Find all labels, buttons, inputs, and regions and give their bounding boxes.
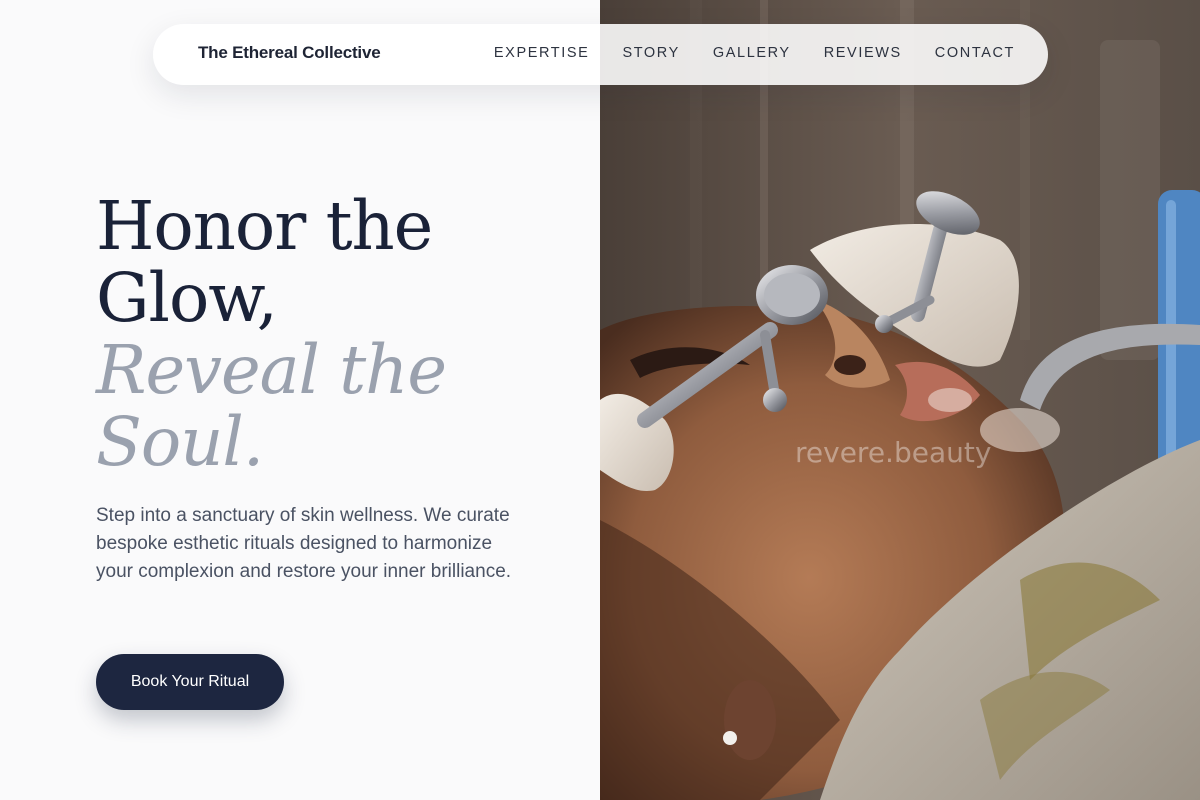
photo-watermark: revere.beauty: [795, 436, 992, 469]
facial-treatment-illustration: [600, 0, 1200, 800]
headline-line-2: Glow,: [96, 259, 278, 337]
top-navbar: The Ethereal Collective EXPERTISE STORY …: [153, 24, 1048, 85]
brand-logo[interactable]: The Ethereal Collective: [198, 43, 381, 63]
headline-italic-line-1: Reveal the: [96, 331, 447, 409]
nav-link-gallery[interactable]: GALLERY: [713, 45, 791, 61]
hero-headline: Honor the Glow, Reveal the Soul.: [96, 190, 576, 478]
hero-description: Step into a sanctuary of skin wellness. …: [96, 505, 512, 582]
headline-italic-line-2: Soul.: [96, 403, 264, 481]
headline-line-1: Honor the: [96, 187, 433, 265]
book-ritual-button[interactable]: Book Your Ritual: [96, 654, 284, 710]
hero-photo: [600, 0, 1200, 800]
nav-link-contact[interactable]: CONTACT: [935, 45, 1015, 61]
nav-link-expertise[interactable]: EXPERTISE: [494, 45, 590, 61]
nav-link-story[interactable]: STORY: [622, 45, 679, 61]
nav-link-reviews[interactable]: REVIEWS: [824, 45, 902, 61]
landing-page: revere.beauty The Ethereal Collective EX…: [0, 0, 1200, 800]
nav-links: EXPERTISE STORY GALLERY REVIEWS CONTACT: [461, 45, 1015, 61]
